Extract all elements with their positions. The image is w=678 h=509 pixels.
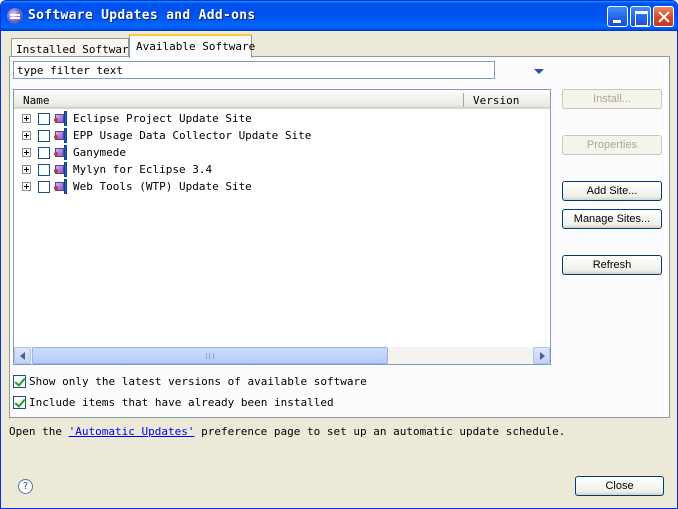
tab-available-software[interactable]: Available Software (129, 34, 255, 58)
update-site-icon (54, 145, 68, 160)
horizontal-scrollbar[interactable] (14, 347, 550, 364)
properties-button[interactable]: Properties (562, 135, 662, 155)
automatic-updates-link[interactable]: 'Automatic Updates' (69, 425, 195, 438)
expand-icon[interactable] (22, 148, 31, 157)
tree-row[interactable]: Web Tools (WTP) Update Site (14, 178, 550, 195)
hint-prefix: Open the (9, 425, 69, 438)
update-site-icon (54, 111, 68, 126)
manage-sites-button[interactable]: Manage Sites... (562, 209, 662, 229)
tab-installed-software[interactable]: Installed Software (11, 38, 135, 58)
include-installed-checkbox[interactable] (13, 396, 26, 409)
update-site-icon (54, 179, 68, 194)
scroll-left-icon[interactable] (14, 347, 31, 364)
software-updates-window: Software Updates and Add-ons Installed S… (0, 0, 678, 509)
add-site-button[interactable]: Add Site... (562, 181, 662, 201)
title-bar[interactable]: Software Updates and Add-ons (1, 1, 677, 31)
tree-row[interactable]: Ganymede (14, 144, 550, 161)
filter-input[interactable] (13, 61, 495, 79)
row-checkbox[interactable] (38, 113, 50, 125)
minimize-icon[interactable] (607, 6, 628, 27)
automatic-updates-hint: Open the 'Automatic Updates' preference … (9, 425, 565, 438)
update-site-icon (54, 162, 68, 177)
column-header-name[interactable]: Name (23, 94, 50, 107)
row-checkbox[interactable] (38, 130, 50, 142)
site-tree[interactable]: Name Version Eclipse Project Update Site… (13, 89, 551, 365)
grip-icon (206, 353, 214, 359)
update-site-icon (54, 128, 68, 143)
row-checkbox[interactable] (38, 164, 50, 176)
column-divider[interactable] (463, 93, 464, 107)
hint-suffix: preference page to set up an automatic u… (194, 425, 566, 438)
help-icon[interactable]: ? (18, 479, 33, 494)
expand-icon[interactable] (22, 165, 31, 174)
row-label: Web Tools (WTP) Update Site (73, 180, 252, 193)
tree-row[interactable]: Mylyn for Eclipse 3.4 (14, 161, 550, 178)
close-button[interactable]: Close (575, 476, 664, 496)
scrollbar-thumb[interactable] (32, 347, 388, 364)
row-label: Eclipse Project Update Site (73, 112, 252, 125)
row-checkbox[interactable] (38, 181, 50, 193)
scroll-right-icon[interactable] (533, 347, 550, 364)
refresh-button[interactable]: Refresh (562, 255, 662, 275)
tree-row[interactable]: Eclipse Project Update Site (14, 110, 550, 127)
row-checkbox[interactable] (38, 147, 50, 159)
tree-row[interactable]: EPP Usage Data Collector Update Site (14, 127, 550, 144)
latest-versions-label: Show only the latest versions of availab… (29, 375, 367, 388)
filter-dropdown-icon[interactable] (534, 69, 544, 74)
eclipse-icon (7, 8, 23, 24)
tree-header: Name Version (14, 90, 550, 109)
install-button[interactable]: Install... (562, 89, 662, 109)
column-header-version[interactable]: Version (473, 94, 519, 107)
window-title: Software Updates and Add-ons (28, 8, 256, 23)
row-label: Mylyn for Eclipse 3.4 (73, 163, 213, 176)
include-installed-label: Include items that have already been ins… (29, 396, 334, 409)
close-icon[interactable] (653, 6, 674, 27)
expand-icon[interactable] (22, 182, 31, 191)
expand-icon[interactable] (22, 114, 31, 123)
latest-versions-checkbox[interactable] (13, 375, 26, 388)
row-label: Ganymede (73, 146, 126, 159)
row-label: EPP Usage Data Collector Update Site (73, 129, 312, 142)
maximize-icon[interactable] (630, 6, 651, 27)
expand-icon[interactable] (22, 131, 31, 140)
